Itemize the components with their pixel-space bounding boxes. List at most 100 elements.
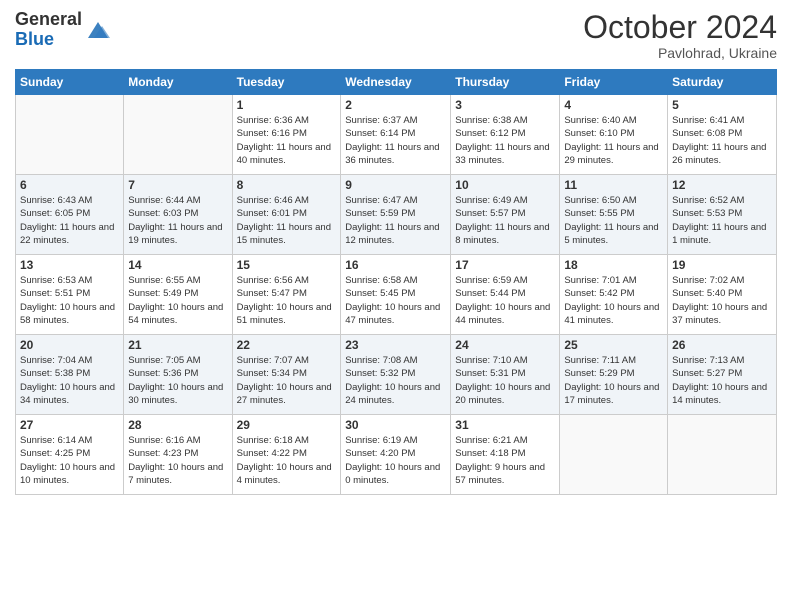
calendar-cell: 4 Sunrise: 6:40 AMSunset: 6:10 PMDaylight… [560,95,668,175]
calendar-cell: 6Sunrise: 6:43 AMSunset: 6:05 PMDaylight… [16,175,124,255]
day-info: Sunrise: 6:16 AMSunset: 4:23 PMDaylight:… [128,434,227,487]
day-number: 18 [564,258,663,272]
calendar-cell: 5 Sunrise: 6:41 AMSunset: 6:08 PMDaylight… [668,95,777,175]
calendar-cell: 11 Sunrise: 6:50 AMSunset: 5:55 PMDayligh… [560,175,668,255]
day-number: 31 [455,418,555,432]
day-info: Sunrise: 6:14 AMSunset: 4:25 PMDaylight:… [20,434,119,487]
day-info: Sunrise: 6:18 AMSunset: 4:22 PMDaylight:… [237,434,337,487]
calendar-cell: 27 Sunrise: 6:14 AMSunset: 4:25 PMDayligh… [16,415,124,495]
calendar-cell: 8Sunrise: 6:46 AMSunset: 6:01 PMDaylight… [232,175,341,255]
calendar-cell [560,415,668,495]
calendar-header-row: SundayMondayTuesdayWednesdayThursdayFrid… [16,70,777,95]
calendar-cell: 26Sunrise: 7:13 AMSunset: 5:27 PMDayligh… [668,335,777,415]
calendar-week-row: 6Sunrise: 6:43 AMSunset: 6:05 PMDaylight… [16,175,777,255]
calendar-cell: 23 Sunrise: 7:08 AMSunset: 5:32 PMDayligh… [341,335,451,415]
day-info: Sunrise: 6:56 AMSunset: 5:47 PMDaylight:… [237,274,337,327]
day-number: 21 [128,338,227,352]
calendar-cell: 21 Sunrise: 7:05 AMSunset: 5:36 PMDayligh… [124,335,232,415]
day-info: Sunrise: 7:08 AMSunset: 5:32 PMDaylight:… [345,354,446,407]
logo-general: General [15,10,82,30]
header-wednesday: Wednesday [341,70,451,95]
day-number: 24 [455,338,555,352]
day-number: 27 [20,418,119,432]
day-number: 17 [455,258,555,272]
logo-icon [84,16,112,44]
day-number: 19 [672,258,772,272]
day-number: 16 [345,258,446,272]
calendar-week-row: 20 Sunrise: 7:04 AMSunset: 5:38 PMDayligh… [16,335,777,415]
day-info: Sunrise: 6:59 AMSunset: 5:44 PMDaylight:… [455,274,555,327]
day-info: Sunrise: 7:01 AMSunset: 5:42 PMDaylight:… [564,274,663,327]
day-number: 10 [455,178,555,192]
calendar-cell: 18 Sunrise: 7:01 AMSunset: 5:42 PMDayligh… [560,255,668,335]
day-number: 4 [564,98,663,112]
day-info: Sunrise: 7:04 AMSunset: 5:38 PMDaylight:… [20,354,119,407]
day-number: 3 [455,98,555,112]
calendar-cell: 7 Sunrise: 6:44 AMSunset: 6:03 PMDaylight… [124,175,232,255]
day-number: 5 [672,98,772,112]
day-number: 12 [672,178,772,192]
calendar-cell: 24 Sunrise: 7:10 AMSunset: 5:31 PMDayligh… [451,335,560,415]
day-info: Sunrise: 6:44 AMSunset: 6:03 PMDaylight:… [128,194,227,247]
day-number: 23 [345,338,446,352]
day-number: 7 [128,178,227,192]
header-saturday: Saturday [668,70,777,95]
day-number: 28 [128,418,227,432]
day-info: Sunrise: 6:58 AMSunset: 5:45 PMDaylight:… [345,274,446,327]
day-info: Sunrise: 7:11 AMSunset: 5:29 PMDaylight:… [564,354,663,407]
day-number: 20 [20,338,119,352]
calendar-cell: 22 Sunrise: 7:07 AMSunset: 5:34 PMDayligh… [232,335,341,415]
day-info: Sunrise: 7:02 AMSunset: 5:40 PMDaylight:… [672,274,772,327]
calendar-cell: 31 Sunrise: 6:21 AMSunset: 4:18 PMDayligh… [451,415,560,495]
day-info: Sunrise: 6:50 AMSunset: 5:55 PMDaylight:… [564,194,663,247]
day-info: Sunrise: 6:53 AMSunset: 5:51 PMDaylight:… [20,274,119,327]
header-sunday: Sunday [16,70,124,95]
calendar-cell [668,415,777,495]
day-number: 11 [564,178,663,192]
calendar-cell: 3 Sunrise: 6:38 AMSunset: 6:12 PMDaylight… [451,95,560,175]
month-title: October 2024 [583,10,777,45]
calendar-week-row: 1Sunrise: 6:36 AMSunset: 6:16 PMDaylight… [16,95,777,175]
header-monday: Monday [124,70,232,95]
calendar-cell [124,95,232,175]
calendar-table: SundayMondayTuesdayWednesdayThursdayFrid… [15,69,777,495]
calendar-cell: 25 Sunrise: 7:11 AMSunset: 5:29 PMDayligh… [560,335,668,415]
day-info: Sunrise: 6:19 AMSunset: 4:20 PMDaylight:… [345,434,446,487]
day-info: Sunrise: 6:37 AMSunset: 6:14 PMDaylight:… [345,114,446,167]
day-info: Sunrise: 6:41 AMSunset: 6:08 PMDaylight:… [672,114,772,167]
calendar-week-row: 27 Sunrise: 6:14 AMSunset: 4:25 PMDayligh… [16,415,777,495]
calendar-cell: 2Sunrise: 6:37 AMSunset: 6:14 PMDaylight… [341,95,451,175]
calendar-cell: 9 Sunrise: 6:47 AMSunset: 5:59 PMDaylight… [341,175,451,255]
logo: General Blue [15,10,112,50]
calendar-cell: 10 Sunrise: 6:49 AMSunset: 5:57 PMDayligh… [451,175,560,255]
calendar-cell: 19 Sunrise: 7:02 AMSunset: 5:40 PMDayligh… [668,255,777,335]
calendar-cell: 15Sunrise: 6:56 AMSunset: 5:47 PMDayligh… [232,255,341,335]
header-friday: Friday [560,70,668,95]
header-tuesday: Tuesday [232,70,341,95]
calendar-cell: 14Sunrise: 6:55 AMSunset: 5:49 PMDayligh… [124,255,232,335]
title-block: October 2024 Pavlohrad, Ukraine [583,10,777,61]
day-number: 30 [345,418,446,432]
day-info: Sunrise: 6:46 AMSunset: 6:01 PMDaylight:… [237,194,337,247]
day-number: 25 [564,338,663,352]
day-number: 9 [345,178,446,192]
calendar-cell: 1Sunrise: 6:36 AMSunset: 6:16 PMDaylight… [232,95,341,175]
day-info: Sunrise: 6:47 AMSunset: 5:59 PMDaylight:… [345,194,446,247]
day-info: Sunrise: 6:40 AMSunset: 6:10 PMDaylight:… [564,114,663,167]
day-info: Sunrise: 7:07 AMSunset: 5:34 PMDaylight:… [237,354,337,407]
day-info: Sunrise: 6:52 AMSunset: 5:53 PMDaylight:… [672,194,772,247]
calendar-cell: 29 Sunrise: 6:18 AMSunset: 4:22 PMDayligh… [232,415,341,495]
day-info: Sunrise: 6:38 AMSunset: 6:12 PMDaylight:… [455,114,555,167]
calendar-cell: 12 Sunrise: 6:52 AMSunset: 5:53 PMDayligh… [668,175,777,255]
day-info: Sunrise: 6:55 AMSunset: 5:49 PMDaylight:… [128,274,227,327]
day-info: Sunrise: 6:49 AMSunset: 5:57 PMDaylight:… [455,194,555,247]
day-info: Sunrise: 6:21 AMSunset: 4:18 PMDaylight:… [455,434,555,487]
day-number: 29 [237,418,337,432]
day-number: 26 [672,338,772,352]
calendar-cell: 20 Sunrise: 7:04 AMSunset: 5:38 PMDayligh… [16,335,124,415]
day-info: Sunrise: 7:05 AMSunset: 5:36 PMDaylight:… [128,354,227,407]
day-info: Sunrise: 7:10 AMSunset: 5:31 PMDaylight:… [455,354,555,407]
calendar-cell: 30 Sunrise: 6:19 AMSunset: 4:20 PMDayligh… [341,415,451,495]
day-number: 22 [237,338,337,352]
day-info: Sunrise: 6:36 AMSunset: 6:16 PMDaylight:… [237,114,337,167]
